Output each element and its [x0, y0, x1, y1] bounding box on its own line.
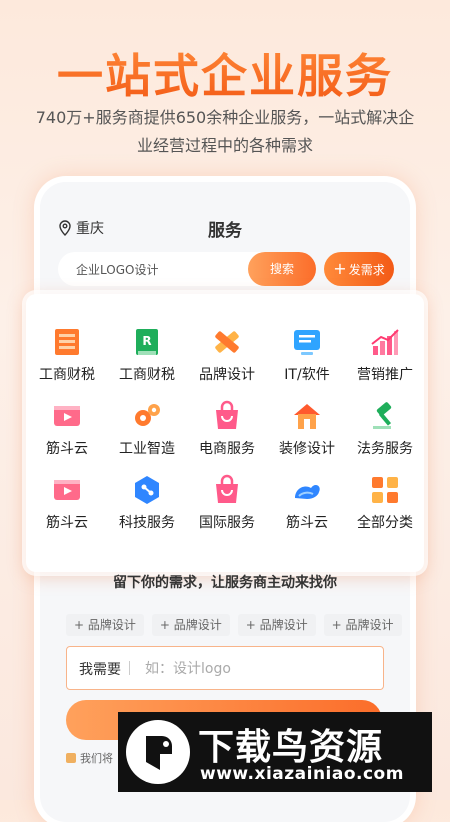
app-header: 重庆 服务 企业LOGO设计 搜索 + 发需求 [40, 182, 410, 292]
category-item[interactable]: 全部分类 [346, 464, 424, 538]
need-input[interactable] [143, 657, 367, 681]
bar-chart-icon [371, 329, 399, 355]
tag-chip[interactable]: + 品牌设计 [151, 614, 230, 636]
plus-icon: + [333, 259, 347, 278]
category-label: IT/软件 [284, 367, 330, 383]
watermark-url: www.xiazainiao.com [200, 764, 404, 784]
hero-subtitle-line1: 740万+服务商提供650余种企业服务，一站式解决企 [35, 108, 415, 127]
category-label: 工商财税 [39, 367, 95, 383]
building-icon [55, 329, 79, 355]
category-item[interactable]: 法务服务 [346, 390, 424, 464]
tag-chip[interactable]: + 品牌设计 [323, 614, 402, 636]
divider [129, 661, 130, 675]
hexagon-network-icon [135, 476, 159, 504]
search-button[interactable]: 搜索 [248, 252, 316, 286]
gavel-icon [373, 402, 392, 429]
monitor-icon [294, 330, 320, 355]
category-grid: 工商财税 R 工商财税 品牌设计 IT/软件 营销推广筋斗云 工业智造 电商服务 装修设计 法务服… [26, 294, 424, 572]
category-item[interactable]: 电商服务 [188, 390, 266, 464]
category-item[interactable]: 工商财税 [28, 316, 106, 390]
play-icon [54, 480, 80, 500]
watermark-name: 下载鸟资源 [198, 727, 384, 768]
category-label: 装修设计 [279, 441, 335, 457]
hero-subtitle-line2: 业经营过程中的各种需求 [136, 136, 313, 155]
search-input[interactable]: 企业LOGO设计 [76, 261, 158, 278]
category-item[interactable]: 筋斗云 [268, 464, 346, 538]
shopping-bag-icon [216, 474, 238, 503]
gears-icon [135, 404, 160, 426]
category-label: 工商财税 [119, 367, 175, 383]
play-icon [54, 406, 80, 426]
need-field[interactable]: 我需要 [66, 646, 384, 690]
need-label: 我需要 [79, 662, 121, 678]
category-item[interactable]: 国际服务 [188, 464, 266, 538]
category-label: 筋斗云 [46, 441, 88, 457]
category-item[interactable]: 科技服务 [108, 464, 186, 538]
svg-text:R: R [142, 334, 151, 348]
shopping-bag-icon [216, 400, 238, 429]
notice: 我们将 [66, 750, 113, 766]
category-item[interactable]: R 工商财税 [108, 316, 186, 390]
category-item[interactable]: 工业智造 [108, 390, 186, 464]
category-item[interactable]: 品牌设计 [188, 316, 266, 390]
notice-text: 我们将 [80, 752, 113, 765]
category-label: 全部分类 [357, 515, 413, 531]
category-label: 品牌设计 [199, 367, 255, 383]
house-icon [294, 404, 320, 429]
category-item[interactable]: 筋斗云 [28, 390, 106, 464]
grid-icon [372, 477, 398, 503]
category-label: 电商服务 [199, 441, 255, 457]
search-bar[interactable]: 企业LOGO设计 搜索 [58, 252, 316, 286]
category-label: 筋斗云 [286, 515, 328, 531]
watermark-logo-icon [126, 720, 190, 784]
category-item[interactable]: IT/软件 [268, 316, 346, 390]
category-item[interactable]: 筋斗云 [28, 464, 106, 538]
post-request-button[interactable]: + 发需求 [324, 252, 394, 286]
hero-title: 一站式企业服务 [0, 40, 450, 106]
category-item[interactable]: 装修设计 [268, 390, 346, 464]
category-label: 筋斗云 [46, 515, 88, 531]
request-title: 留下你的需求，让服务商主动来找你 [113, 575, 337, 591]
category-label: 科技服务 [119, 515, 175, 531]
category-label: 国际服务 [199, 515, 255, 531]
tag-chip[interactable]: + 品牌设计 [66, 614, 144, 636]
page-title: 服务 [208, 221, 242, 241]
ledger-icon: R [136, 329, 158, 355]
watermark: 下载鸟资源 www.xiazainiao.com [118, 712, 432, 792]
shield-icon [66, 753, 76, 763]
tag-list: + 品牌设计 + 品牌设计 + 品牌设计 + 品牌设计 [66, 614, 402, 636]
tag-chip[interactable]: + 品牌设计 [237, 614, 316, 636]
hero-subtitle: 740万+服务商提供650余种企业服务，一站式解决企 业经营过程中的各种需求 [20, 104, 430, 160]
category-label: 营销推广 [357, 367, 413, 383]
pencil-ruler-icon [215, 331, 239, 353]
post-request-label: 发需求 [348, 262, 385, 277]
category-label: 法务服务 [357, 441, 413, 457]
category-item[interactable]: 营销推广 [346, 316, 424, 390]
cloud-icon [295, 485, 320, 499]
category-label: 工业智造 [119, 441, 175, 457]
